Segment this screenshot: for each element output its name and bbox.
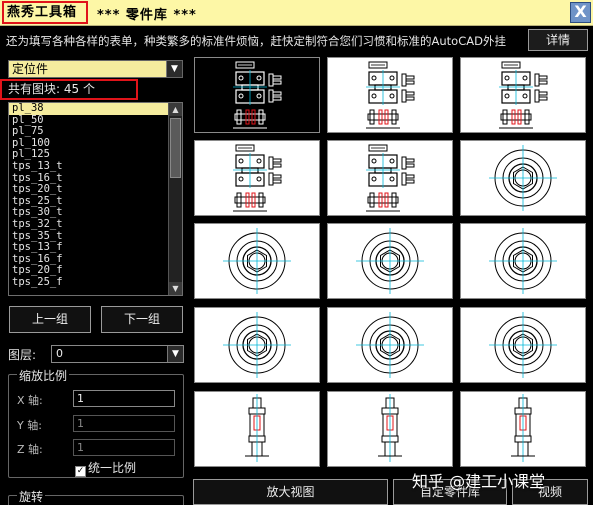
checkbox-checked-icon[interactable]: ✓ — [75, 466, 86, 477]
scale-group: 缩放比例 X 轴: 1 Y 轴: 1 Z 轴: 1 ✓ 统一比例 — [8, 367, 184, 478]
description-text: 还为填写各种各样的表单，种类繁多的标准件烦恼，赶快定制符合您们习惯和标准的Aut… — [6, 34, 506, 48]
x-axis-label: X 轴: — [17, 394, 43, 407]
close-icon: X — [574, 2, 587, 21]
app-title: 燕秀工具箱 — [2, 1, 88, 24]
part-thumbnail[interactable] — [194, 57, 320, 133]
part-thumbnail[interactable] — [460, 223, 586, 299]
circle-drawing-icon — [489, 312, 557, 378]
prev-group-button[interactable]: 上一组 — [9, 306, 91, 333]
part-thumbnail[interactable] — [327, 57, 453, 133]
plate-drawing-icon — [366, 61, 415, 129]
circle-drawing-icon — [489, 145, 557, 211]
part-thumbnail[interactable] — [327, 140, 453, 216]
chevron-down-icon[interactable]: ▼ — [167, 346, 183, 362]
zoom-view-button[interactable]: 放大视图 — [193, 479, 388, 505]
part-thumbnail[interactable] — [194, 391, 320, 467]
chevron-down-icon[interactable]: ▼ — [166, 61, 182, 77]
rotate-group: 旋转 — [8, 488, 184, 505]
rotate-title: 旋转 — [17, 488, 46, 505]
circle-drawing-icon — [223, 228, 291, 294]
list-item[interactable]: tps_20_t — [9, 184, 169, 196]
part-thumbnail[interactable] — [460, 391, 586, 467]
uniform-scale-label: 统一比例 — [88, 461, 137, 475]
pin-drawing-icon — [245, 394, 269, 462]
list-item[interactable]: tps_25_f — [9, 276, 169, 289]
part-thumbnail[interactable] — [194, 140, 320, 216]
layer-dropdown[interactable]: 0 ▼ — [51, 345, 184, 363]
y-scale-input[interactable]: 1 — [73, 415, 175, 432]
block-list[interactable]: pl_38 pl_50 pl_75 pl_100 pl_125 tps_13_t tps_1… — [8, 102, 183, 296]
list-item[interactable]: tps_32_t — [9, 218, 169, 231]
details-button[interactable]: 详情 — [528, 29, 588, 51]
part-thumbnail[interactable] — [194, 307, 320, 383]
x-scale-input[interactable]: 1 — [73, 390, 175, 407]
scroll-up-icon[interactable]: ▲ — [169, 103, 182, 116]
y-axis-label: Y 轴: — [17, 419, 42, 432]
circle-drawing-icon — [489, 228, 557, 294]
part-thumbnail[interactable] — [460, 307, 586, 383]
close-button[interactable]: X — [570, 2, 591, 23]
z-scale-input[interactable]: 1 — [73, 439, 175, 456]
list-item[interactable]: pl_38 — [9, 103, 169, 115]
circle-drawing-icon — [356, 312, 424, 378]
uniform-scale-checkbox[interactable]: ✓ 统一比例 — [75, 459, 136, 477]
next-group-button[interactable]: 下一组 — [101, 306, 183, 333]
list-item[interactable]: tps_13_f — [9, 242, 169, 254]
block-count: 共有图块: 45 个 — [0, 79, 138, 100]
list-scrollbar[interactable]: ▲ ▼ — [168, 103, 182, 295]
circle-drawing-icon — [356, 228, 424, 294]
layer-value: 0 — [56, 347, 63, 360]
plate-drawing-icon — [233, 144, 282, 212]
part-thumbnail[interactable] — [327, 307, 453, 383]
category-dropdown[interactable]: 定位件 ▼ — [8, 60, 183, 78]
part-thumbnail[interactable] — [460, 57, 586, 133]
part-thumbnail[interactable] — [460, 140, 586, 216]
watermark: 知乎 @建工小课堂 — [412, 472, 546, 491]
pin-drawing-icon — [378, 394, 402, 462]
title-bar: 燕秀工具箱 *** 零件库 *** X — [0, 0, 593, 26]
block-list-items: pl_38 pl_50 pl_75 pl_100 pl_125 tps_13_t tps_1… — [9, 103, 169, 289]
scale-title: 缩放比例 — [17, 367, 70, 384]
scroll-down-icon[interactable]: ▼ — [169, 282, 182, 295]
list-item[interactable]: tps_13_t — [9, 160, 169, 173]
circle-drawing-icon — [223, 312, 291, 378]
library-title: *** 零件库 *** — [97, 8, 197, 23]
pin-drawing-icon — [511, 394, 535, 462]
part-thumbnail[interactable] — [194, 223, 320, 299]
plate-drawing-icon — [499, 61, 548, 129]
part-thumbnail[interactable] — [327, 391, 453, 467]
category-value: 定位件 — [12, 62, 49, 76]
z-axis-label: Z 轴: — [17, 443, 43, 456]
scroll-thumb[interactable] — [170, 118, 181, 178]
layer-label: 图层: — [8, 348, 37, 362]
part-thumbnail[interactable] — [327, 223, 453, 299]
plate-drawing-icon — [233, 61, 282, 129]
plate-drawing-icon — [366, 144, 415, 212]
